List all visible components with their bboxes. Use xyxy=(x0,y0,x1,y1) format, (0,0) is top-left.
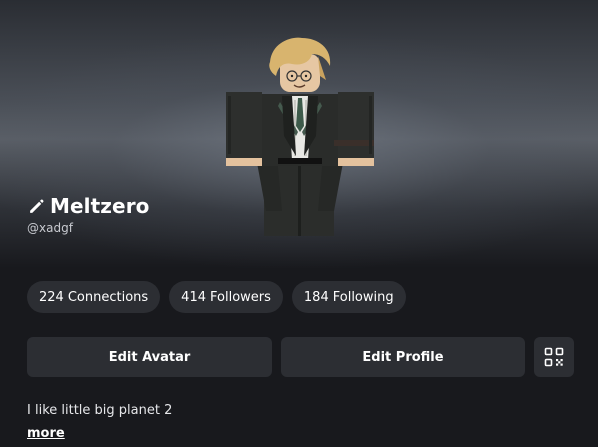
followers-count: 414 xyxy=(181,289,206,305)
profile-actions: Edit Avatar Edit Profile xyxy=(27,337,574,377)
qr-code-button[interactable] xyxy=(534,337,574,377)
stats-row: 224 Connections 414 Followers 184 Follow… xyxy=(27,281,406,313)
followers-pill[interactable]: 414 Followers xyxy=(169,281,283,313)
display-name-row: Meltzero xyxy=(28,194,150,218)
connections-label: Connections xyxy=(67,289,149,305)
followers-label: Followers xyxy=(210,289,271,305)
profile-page: Meltzero @xadgf 224 Connections 414 Foll… xyxy=(0,0,598,447)
profile-bio: I like little big planet 2 xyxy=(27,403,173,418)
avatar-backdrop xyxy=(0,0,598,268)
display-name: Meltzero xyxy=(50,194,150,218)
pencil-icon[interactable] xyxy=(28,198,45,215)
following-label: Following xyxy=(332,289,394,305)
qr-code-icon xyxy=(544,347,564,367)
following-count: 184 xyxy=(303,289,329,305)
more-link[interactable]: more xyxy=(27,426,65,441)
following-pill[interactable]: 184 Following xyxy=(291,281,406,313)
edit-avatar-button[interactable]: Edit Avatar xyxy=(27,337,272,377)
connections-pill[interactable]: 224 Connections xyxy=(27,281,161,313)
connections-count: 224 xyxy=(39,289,64,305)
avatar-image[interactable] xyxy=(222,36,378,238)
username-handle: @xadgf xyxy=(27,221,73,235)
edit-profile-button[interactable]: Edit Profile xyxy=(281,337,525,377)
